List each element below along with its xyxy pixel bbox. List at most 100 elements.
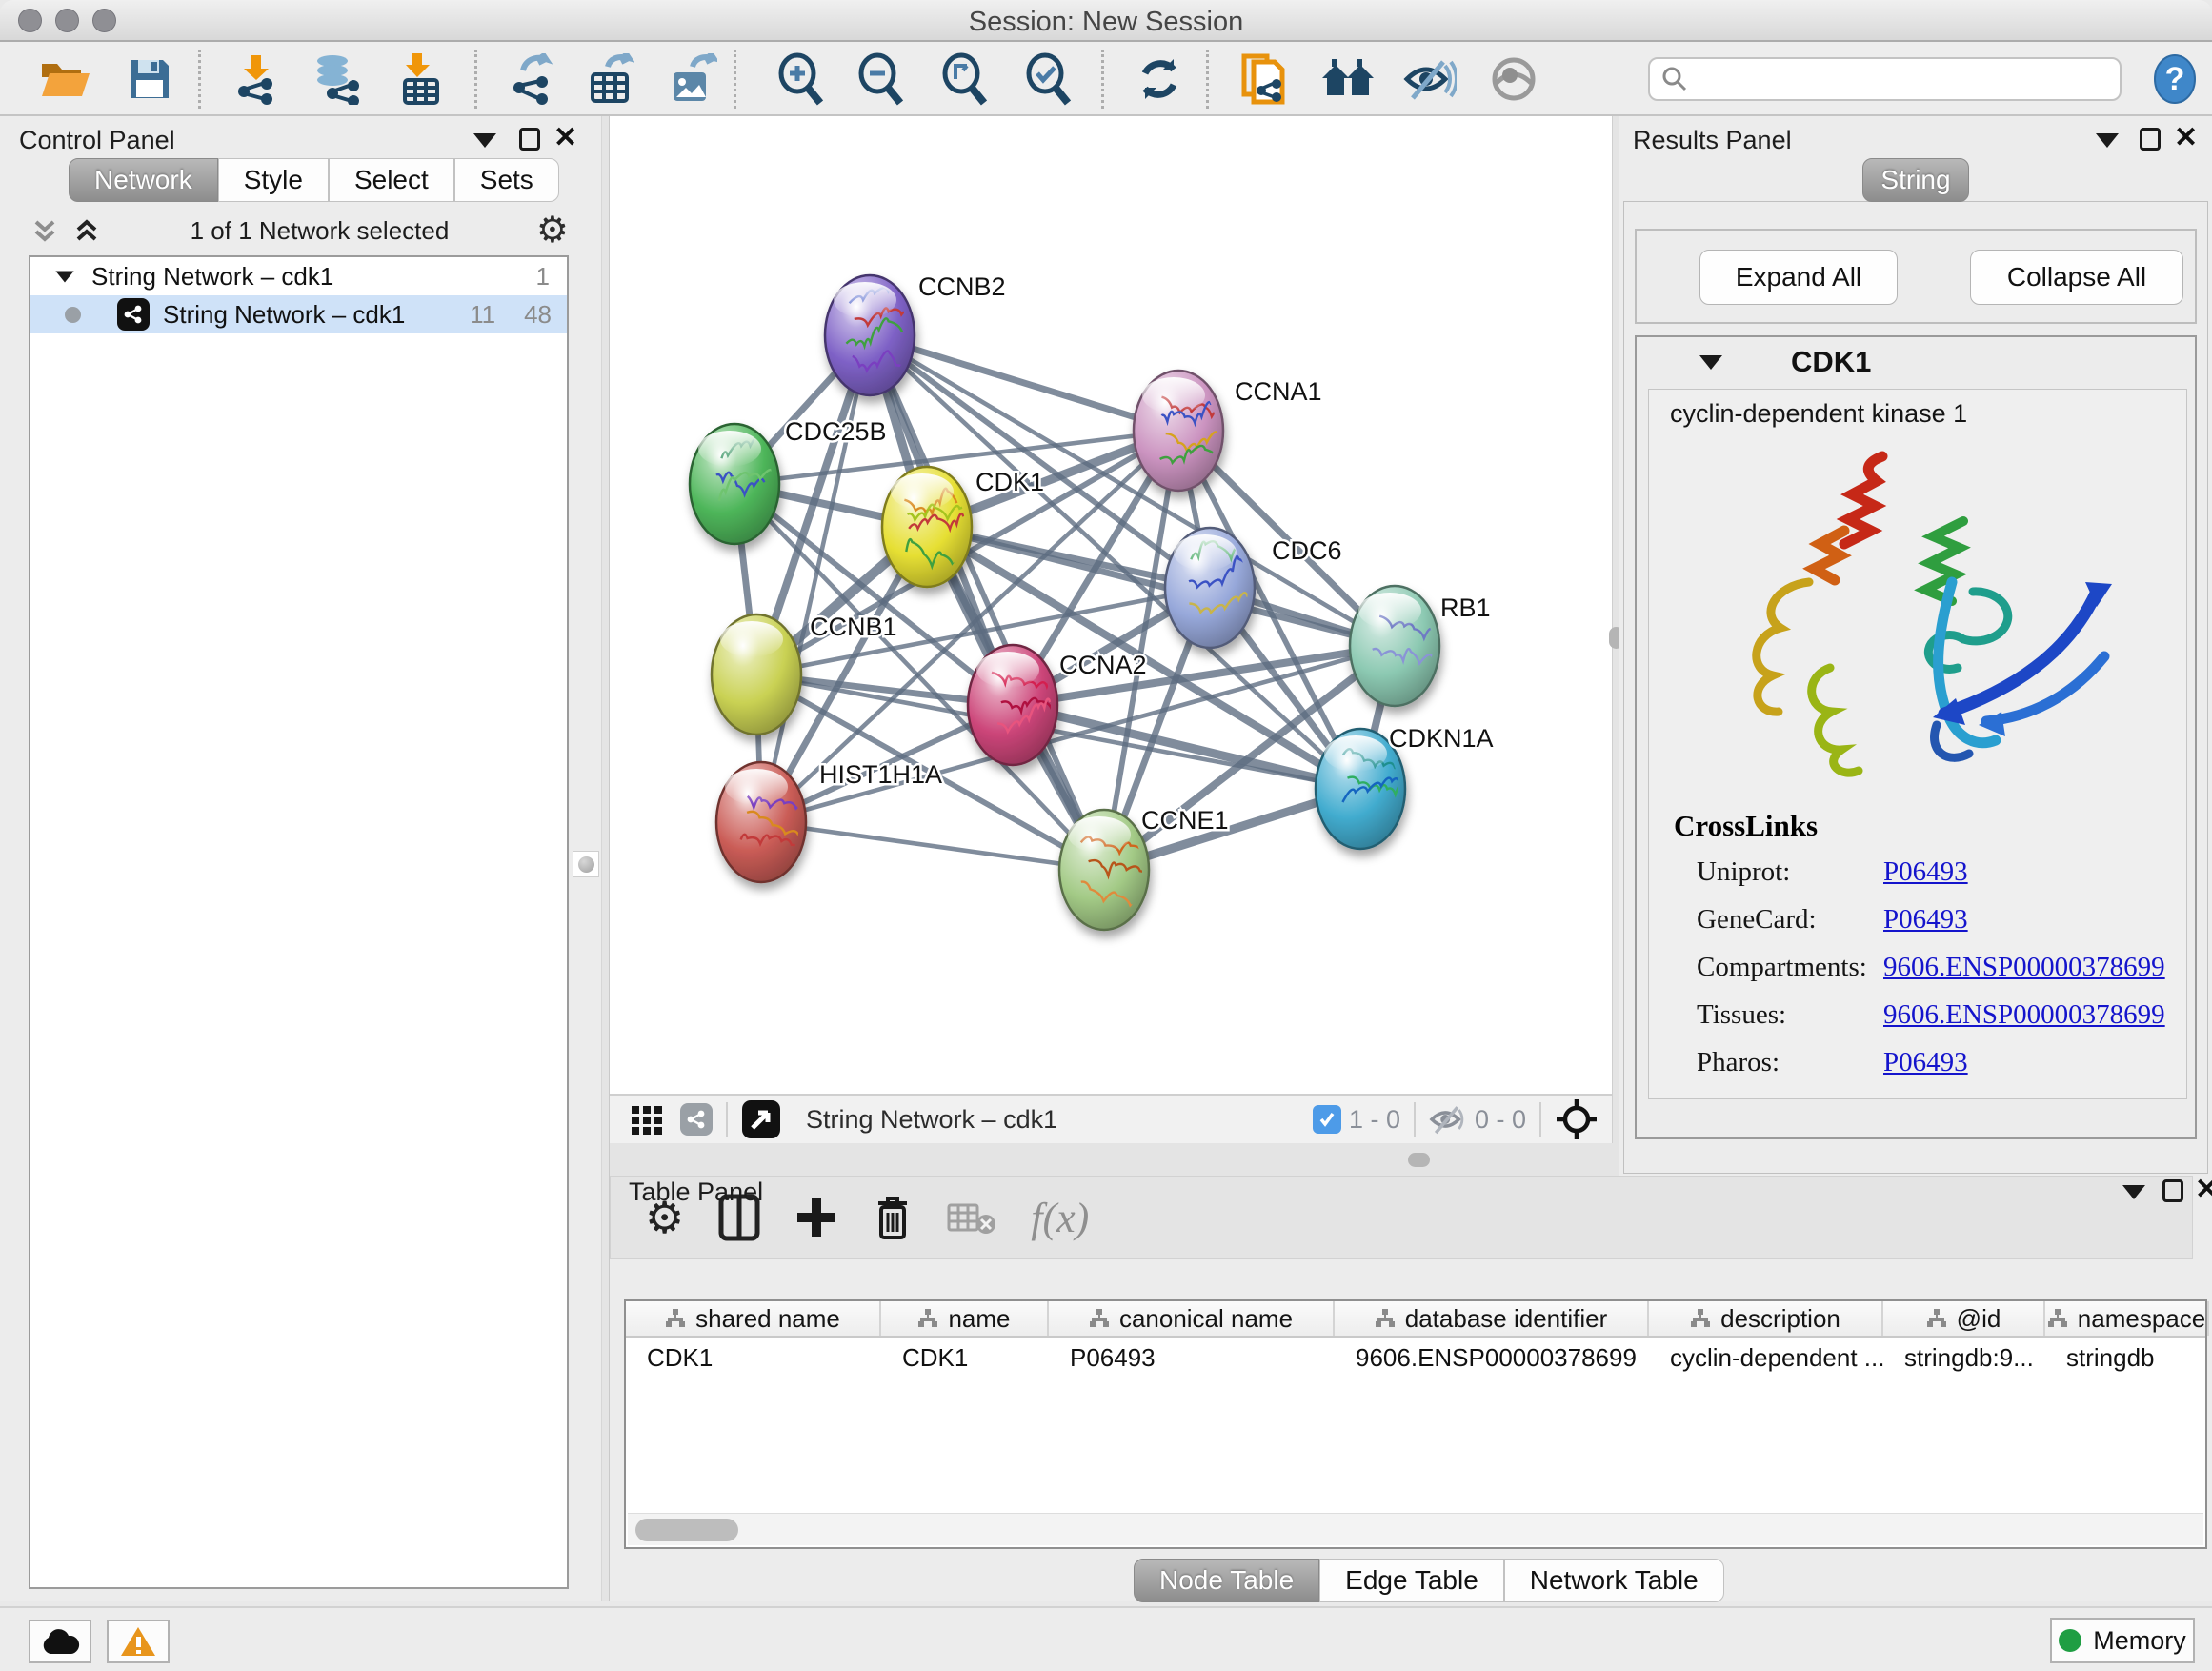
- hscrollbar-thumb[interactable]: [635, 1519, 738, 1541]
- tab-network[interactable]: Network: [69, 158, 218, 202]
- tab-sets[interactable]: Sets: [454, 158, 559, 202]
- network-canvas[interactable]: CCNB2CCNA1CDC25BCDK1CDC6RB1CCNB1CCNA2CDK…: [610, 116, 1612, 1094]
- table-row[interactable]: CDK1CDK1P064939606.ENSP00000378699cyclin…: [626, 1338, 2205, 1378]
- collection-count: 1: [536, 262, 550, 292]
- zoom-selected-icon[interactable]: [1021, 52, 1076, 106]
- network-row[interactable]: String Network – cdk1 11 48: [30, 295, 567, 333]
- table-hscrollbar[interactable]: [628, 1513, 2203, 1545]
- panel-menu-icon[interactable]: [2096, 133, 2119, 148]
- birdseye-view-icon[interactable]: [741, 1099, 781, 1139]
- grid-view-icon[interactable]: [629, 1101, 665, 1137]
- panel-float-icon[interactable]: [2162, 1179, 2183, 1202]
- gene-description: cyclin-dependent kinase 1: [1670, 399, 1967, 429]
- panel-menu-icon[interactable]: [2122, 1185, 2145, 1199]
- panel-close-icon[interactable]: ✕: [553, 124, 577, 152]
- table-toolbar: ⚙ f(x): [610, 1176, 2193, 1259]
- network-edge[interactable]: [761, 822, 1104, 870]
- show-all-icon[interactable]: [1486, 52, 1541, 106]
- crosslink-link[interactable]: P06493: [1883, 856, 1968, 888]
- crosslink-link[interactable]: P06493: [1883, 1047, 1968, 1078]
- first-neighbors-icon[interactable]: [1320, 52, 1376, 106]
- crosslink-link[interactable]: P06493: [1883, 904, 1968, 936]
- selected-items-checkbox[interactable]: [1313, 1105, 1341, 1134]
- memory-button[interactable]: Memory: [2050, 1618, 2195, 1663]
- network-node-CCNB1[interactable]: [712, 614, 801, 735]
- export-network-icon[interactable]: [503, 52, 558, 106]
- warnings-button[interactable]: [107, 1620, 170, 1663]
- splitter-handle[interactable]: [573, 851, 599, 877]
- vertical-splitter[interactable]: [601, 116, 610, 1601]
- table-cell[interactable]: CDK1: [881, 1338, 1049, 1378]
- network-node-CCNA2[interactable]: [968, 645, 1058, 765]
- refresh-icon[interactable]: [1132, 52, 1187, 106]
- node-label-CCNA1: CCNA1: [1235, 377, 1322, 406]
- expand-all-button[interactable]: Expand All: [1699, 250, 1898, 305]
- tab-edge-table[interactable]: Edge Table: [1319, 1559, 1504, 1602]
- network-collection-row[interactable]: String Network – cdk1 1: [30, 257, 567, 295]
- column-header-shared-name[interactable]: shared name: [626, 1301, 881, 1336]
- help-button[interactable]: ?: [2151, 51, 2199, 107]
- tree-expand-icon[interactable]: [55, 271, 73, 282]
- open-session-icon[interactable]: [38, 52, 93, 106]
- collapse-all-tree-icon[interactable]: [29, 214, 61, 247]
- network-options-gear-icon[interactable]: ⚙: [536, 212, 569, 249]
- table-cell[interactable]: CDK1: [626, 1338, 881, 1378]
- splitter-handle[interactable]: [1408, 1153, 1430, 1167]
- expand-all-tree-icon[interactable]: [70, 214, 103, 247]
- network-node-CCNB2[interactable]: [825, 275, 922, 395]
- table-cell[interactable]: cyclin-dependent ...: [1649, 1338, 1883, 1378]
- add-column-icon[interactable]: [794, 1196, 838, 1239]
- delete-column-icon[interactable]: [873, 1194, 913, 1241]
- network-node-RB1[interactable]: [1350, 586, 1442, 706]
- clone-network-icon[interactable]: [1237, 52, 1292, 106]
- import-table-icon[interactable]: [392, 52, 448, 106]
- table-cell[interactable]: stringdb: [2045, 1338, 2209, 1378]
- crosslink-link[interactable]: 9606.ENSP00000378699: [1883, 952, 2165, 983]
- crosslink-row: Pharos:P06493: [1674, 1047, 2169, 1078]
- export-table-icon[interactable]: [583, 52, 638, 106]
- zoom-out-icon[interactable]: [854, 52, 909, 106]
- hide-selected-icon[interactable]: [1402, 52, 1458, 106]
- panel-float-icon[interactable]: [2140, 128, 2161, 151]
- network-node-CDK1[interactable]: [882, 467, 972, 587]
- zoom-in-icon[interactable]: [774, 52, 829, 106]
- panel-float-icon[interactable]: [519, 128, 540, 151]
- network-node-CCNE1[interactable]: [1059, 810, 1154, 930]
- panel-menu-icon[interactable]: [473, 133, 496, 148]
- collapse-entry-icon[interactable]: [1699, 355, 1722, 370]
- tab-style[interactable]: Style: [218, 158, 329, 202]
- table-cell[interactable]: P06493: [1049, 1338, 1335, 1378]
- column-header-namespace[interactable]: namespace: [2045, 1301, 2209, 1336]
- column-header-database-identifier[interactable]: database identifier: [1335, 1301, 1649, 1336]
- import-network-database-icon[interactable]: [309, 52, 364, 106]
- collapse-all-button[interactable]: Collapse All: [1970, 250, 2183, 305]
- tab-select[interactable]: Select: [329, 158, 454, 202]
- panel-close-icon[interactable]: ✕: [2195, 1176, 2212, 1204]
- network-edge[interactable]: [870, 335, 1178, 431]
- table-cell[interactable]: stringdb:9...: [1883, 1338, 2045, 1378]
- zoom-fit-icon[interactable]: [937, 52, 993, 106]
- save-session-icon[interactable]: [122, 52, 177, 106]
- network-node-CDC6[interactable]: [1165, 528, 1260, 648]
- string-network-graph[interactable]: CCNB2CCNA1CDC25BCDK1CDC6RB1CCNB1CCNA2CDK…: [610, 116, 1612, 1094]
- search-input[interactable]: [1698, 65, 2098, 94]
- tab-string[interactable]: String: [1862, 158, 1969, 202]
- table-cell[interactable]: 9606.ENSP00000378699: [1335, 1338, 1649, 1378]
- network-view-icon[interactable]: [680, 1103, 713, 1136]
- column-header-description[interactable]: description: [1649, 1301, 1883, 1336]
- column-header-canonical-name[interactable]: canonical name: [1049, 1301, 1335, 1336]
- protein-structure-image: [1687, 439, 2135, 801]
- automation-cloud-button[interactable]: [29, 1620, 91, 1663]
- column-header-name[interactable]: name: [881, 1301, 1049, 1336]
- import-network-icon[interactable]: [229, 52, 284, 106]
- network-edge[interactable]: [870, 335, 1104, 870]
- tab-network-table[interactable]: Network Table: [1504, 1559, 1724, 1602]
- export-image-icon[interactable]: [665, 52, 720, 106]
- panel-close-icon[interactable]: ✕: [2174, 124, 2198, 152]
- column-type-icon: [1926, 1308, 1947, 1329]
- tab-node-table[interactable]: Node Table: [1134, 1559, 1319, 1602]
- center-network-icon[interactable]: [1555, 1097, 1599, 1141]
- crosslink-link[interactable]: 9606.ENSP00000378699: [1883, 999, 2165, 1031]
- column-header-@id[interactable]: @id: [1883, 1301, 2045, 1336]
- result-entry-header[interactable]: CDK1: [1637, 337, 2195, 387]
